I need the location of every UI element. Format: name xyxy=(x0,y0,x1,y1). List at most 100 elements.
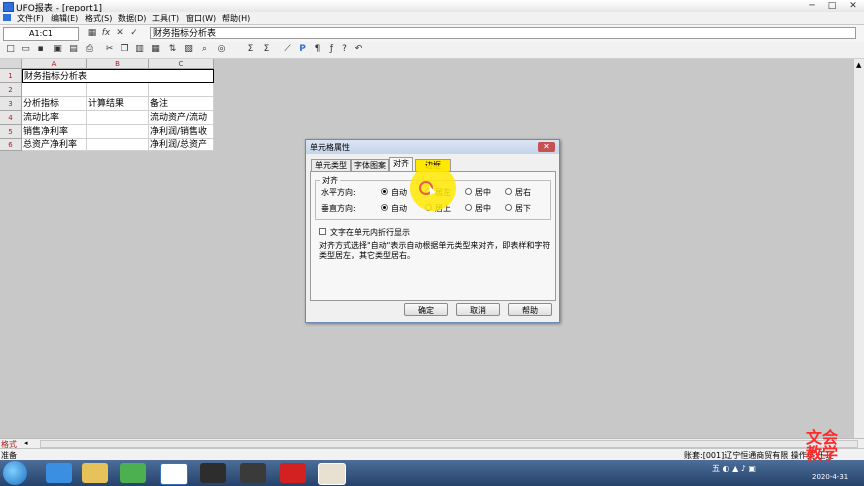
wps-icon[interactable] xyxy=(160,463,188,485)
tab-alignment[interactable]: 对齐 xyxy=(389,157,413,171)
new-file-icon[interactable]: □ xyxy=(5,44,16,55)
table-cell[interactable]: 分析指标 xyxy=(22,97,87,111)
table-cell[interactable] xyxy=(87,125,149,139)
scroll-up-icon[interactable]: ▲ xyxy=(856,61,861,69)
vertical-scrollbar[interactable]: ▲ xyxy=(853,59,864,438)
tray-icons[interactable]: 五 ◐ ▲ ♪ ▣ xyxy=(712,463,756,474)
page-icon[interactable]: ¶ xyxy=(312,44,323,55)
table-cell[interactable]: 流动资产/流动 xyxy=(149,111,214,125)
app-icon[interactable] xyxy=(200,463,226,483)
chart-icon[interactable]: ▧ xyxy=(183,44,194,55)
sum-column-icon[interactable]: Σ xyxy=(261,44,272,55)
help-button[interactable]: 帮助 xyxy=(508,303,552,316)
vertical-alignment-label: 垂直方向: xyxy=(321,204,356,213)
table-cell[interactable] xyxy=(22,83,87,97)
radio-vertical-bottom[interactable] xyxy=(505,204,512,211)
table-cell[interactable]: 总资产净利率 xyxy=(22,139,87,151)
table-cell[interactable]: 备注 xyxy=(149,97,214,111)
maximize-button[interactable]: □ xyxy=(824,1,840,11)
table-cell[interactable] xyxy=(87,139,149,151)
ufo-report-icon[interactable] xyxy=(318,463,346,485)
u8-icon[interactable] xyxy=(280,463,306,483)
ok-button[interactable]: 确定 xyxy=(404,303,448,316)
table-cell[interactable] xyxy=(149,83,214,97)
table-cell[interactable]: 流动比率 xyxy=(22,111,87,125)
table-cell[interactable]: 销售净利率 xyxy=(22,125,87,139)
menu-tools[interactable]: 工具(T) xyxy=(152,13,179,24)
scroll-left-icon[interactable]: ◂ xyxy=(24,439,28,447)
cancel-button[interactable]: 取消 xyxy=(456,303,500,316)
table-cell[interactable] xyxy=(87,111,149,125)
row-header[interactable]: 2 xyxy=(0,83,22,97)
table-cell[interactable]: 财务指标分析表 xyxy=(22,69,214,83)
menu-format[interactable]: 格式(S) xyxy=(85,13,112,24)
paste-icon[interactable]: ▥ xyxy=(134,44,145,55)
horizontal-scrollbar[interactable] xyxy=(40,440,858,448)
radio-horizontal-center[interactable] xyxy=(465,188,472,195)
p-icon[interactable]: P xyxy=(297,44,308,55)
row-header[interactable]: 3 xyxy=(0,97,22,111)
ie-icon[interactable] xyxy=(46,463,72,483)
context-help-icon[interactable]: ? xyxy=(339,44,350,55)
minimize-button[interactable]: ─ xyxy=(804,1,820,11)
print-icon[interactable]: ⎙ xyxy=(84,44,95,55)
menu-bar: 文件(F) 编辑(E) 格式(S) 数据(D) 工具(T) 窗口(W) 帮助(H… xyxy=(0,12,864,24)
row-header[interactable]: 4 xyxy=(0,111,22,125)
doc-icon xyxy=(3,14,11,21)
clock[interactable]: 2020-4-31 xyxy=(812,473,848,481)
table-cell[interactable]: 净利润/总资产 xyxy=(149,139,214,151)
save-as-icon[interactable]: ▣ xyxy=(52,44,63,55)
media-icon[interactable] xyxy=(120,463,146,483)
column-header-a[interactable]: A xyxy=(22,59,87,69)
confirm-icon[interactable]: ✓ xyxy=(128,28,140,39)
save-icon[interactable]: ▪ xyxy=(35,44,46,55)
sum-icon[interactable]: Σ xyxy=(245,44,256,55)
calc-icon[interactable]: ▦ xyxy=(86,28,98,39)
find-icon[interactable]: ⌕ xyxy=(199,44,210,55)
menu-file[interactable]: 文件(F) xyxy=(17,13,44,24)
sort-icon[interactable]: ⇅ xyxy=(167,44,178,55)
row-header[interactable]: 1 xyxy=(0,69,22,83)
start-button[interactable] xyxy=(3,461,27,485)
radio-horizontal-right[interactable] xyxy=(505,188,512,195)
close-button[interactable]: ✕ xyxy=(845,1,861,11)
radio-label: 居右 xyxy=(515,188,531,197)
dialog-close-button[interactable]: ✕ xyxy=(538,142,555,152)
column-header-b[interactable]: B xyxy=(87,59,149,69)
cut-icon[interactable]: ✂ xyxy=(104,44,115,55)
formula-icon[interactable]: ƒ xyxy=(326,44,337,55)
corner-header[interactable] xyxy=(0,59,22,69)
alignment-group-title: 对齐 xyxy=(320,175,340,186)
menu-edit[interactable]: 编辑(E) xyxy=(51,13,78,24)
undo-icon[interactable]: ↶ xyxy=(353,44,364,55)
row-header[interactable]: 5 xyxy=(0,125,22,139)
row-header[interactable]: 6 xyxy=(0,139,22,151)
table-cell[interactable]: 净利润/销售收 xyxy=(149,125,214,139)
wrap-text-label: 文字在单元内折行显示 xyxy=(330,228,410,237)
menu-data[interactable]: 数据(D) xyxy=(118,13,146,24)
wrap-text-checkbox[interactable] xyxy=(319,228,326,235)
alignment-note: 对齐方式选择"自动"表示自动根据单元类型来对齐，即表样和字符类型居左，其它类型居… xyxy=(319,241,551,260)
menu-help[interactable]: 帮助(H) xyxy=(222,13,250,24)
radio-horizontal-auto[interactable] xyxy=(381,188,388,195)
radio-vertical-middle[interactable] xyxy=(465,204,472,211)
radio-vertical-auto[interactable] xyxy=(381,204,388,211)
menu-window[interactable]: 窗口(W) xyxy=(186,13,216,24)
tab-cell-type[interactable]: 单元类型 xyxy=(311,159,351,171)
format-painter-icon[interactable]: ⟋ xyxy=(282,44,293,55)
print-preview-icon[interactable]: ▤ xyxy=(68,44,79,55)
column-header-c[interactable]: C xyxy=(149,59,214,69)
insert-table-icon[interactable]: ▦ xyxy=(150,44,161,55)
table-cell[interactable] xyxy=(87,83,149,97)
copy-icon[interactable]: ❐ xyxy=(119,44,130,55)
table-cell[interactable]: 计算结果 xyxy=(87,97,149,111)
cancel-icon[interactable]: ✕ xyxy=(114,28,126,39)
function-icon[interactable]: fx xyxy=(100,28,112,39)
cell-reference-box[interactable]: A1:C1 xyxy=(3,27,79,41)
tab-font-pattern[interactable]: 字体图案 xyxy=(351,159,389,171)
open-folder-icon[interactable]: ▭ xyxy=(20,44,31,55)
app-icon[interactable] xyxy=(240,463,266,483)
formula-input[interactable]: 财务指标分析表 xyxy=(150,27,856,39)
folder-icon[interactable] xyxy=(82,463,108,483)
binoculars-icon[interactable]: ◎ xyxy=(216,44,227,55)
